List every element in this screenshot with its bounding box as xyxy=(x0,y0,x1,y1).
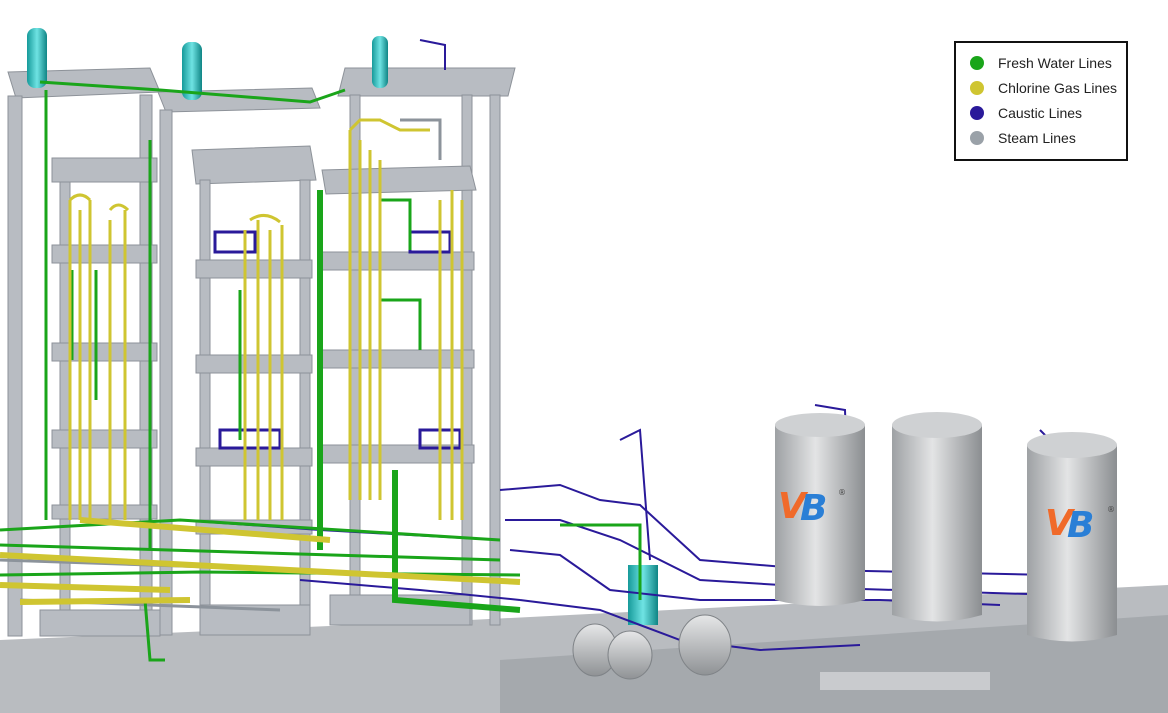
legend-label: Chlorine Gas Lines xyxy=(998,79,1118,96)
legend-dot-icon xyxy=(970,105,984,120)
legend-item-chlorine-gas: Chlorine Gas Lines xyxy=(970,75,1126,100)
legend-label: Caustic Lines xyxy=(998,104,1083,121)
legend-item-fresh-water: Fresh Water Lines xyxy=(970,50,1126,75)
vb-logo-1-b: B xyxy=(800,488,827,529)
legend-dot-icon xyxy=(970,55,984,70)
legend-dot-icon xyxy=(970,130,984,145)
top-vessels xyxy=(27,28,658,625)
legend-label: Steam Lines xyxy=(998,129,1076,146)
legend-dot-icon xyxy=(970,80,984,95)
pipe-legend: Fresh Water Lines Chlorine Gas Lines Cau… xyxy=(954,41,1128,161)
process-structure-1 xyxy=(7,67,161,637)
legend-item-caustic: Caustic Lines xyxy=(970,100,1126,125)
vb-logo-2-mark: ® xyxy=(1107,505,1115,514)
vb-logo-2-b: B xyxy=(1067,505,1094,546)
vb-logo-1-mark: ® xyxy=(838,488,846,497)
legend-label: Fresh Water Lines xyxy=(998,54,1112,71)
legend-item-steam: Steam Lines xyxy=(970,125,1126,150)
